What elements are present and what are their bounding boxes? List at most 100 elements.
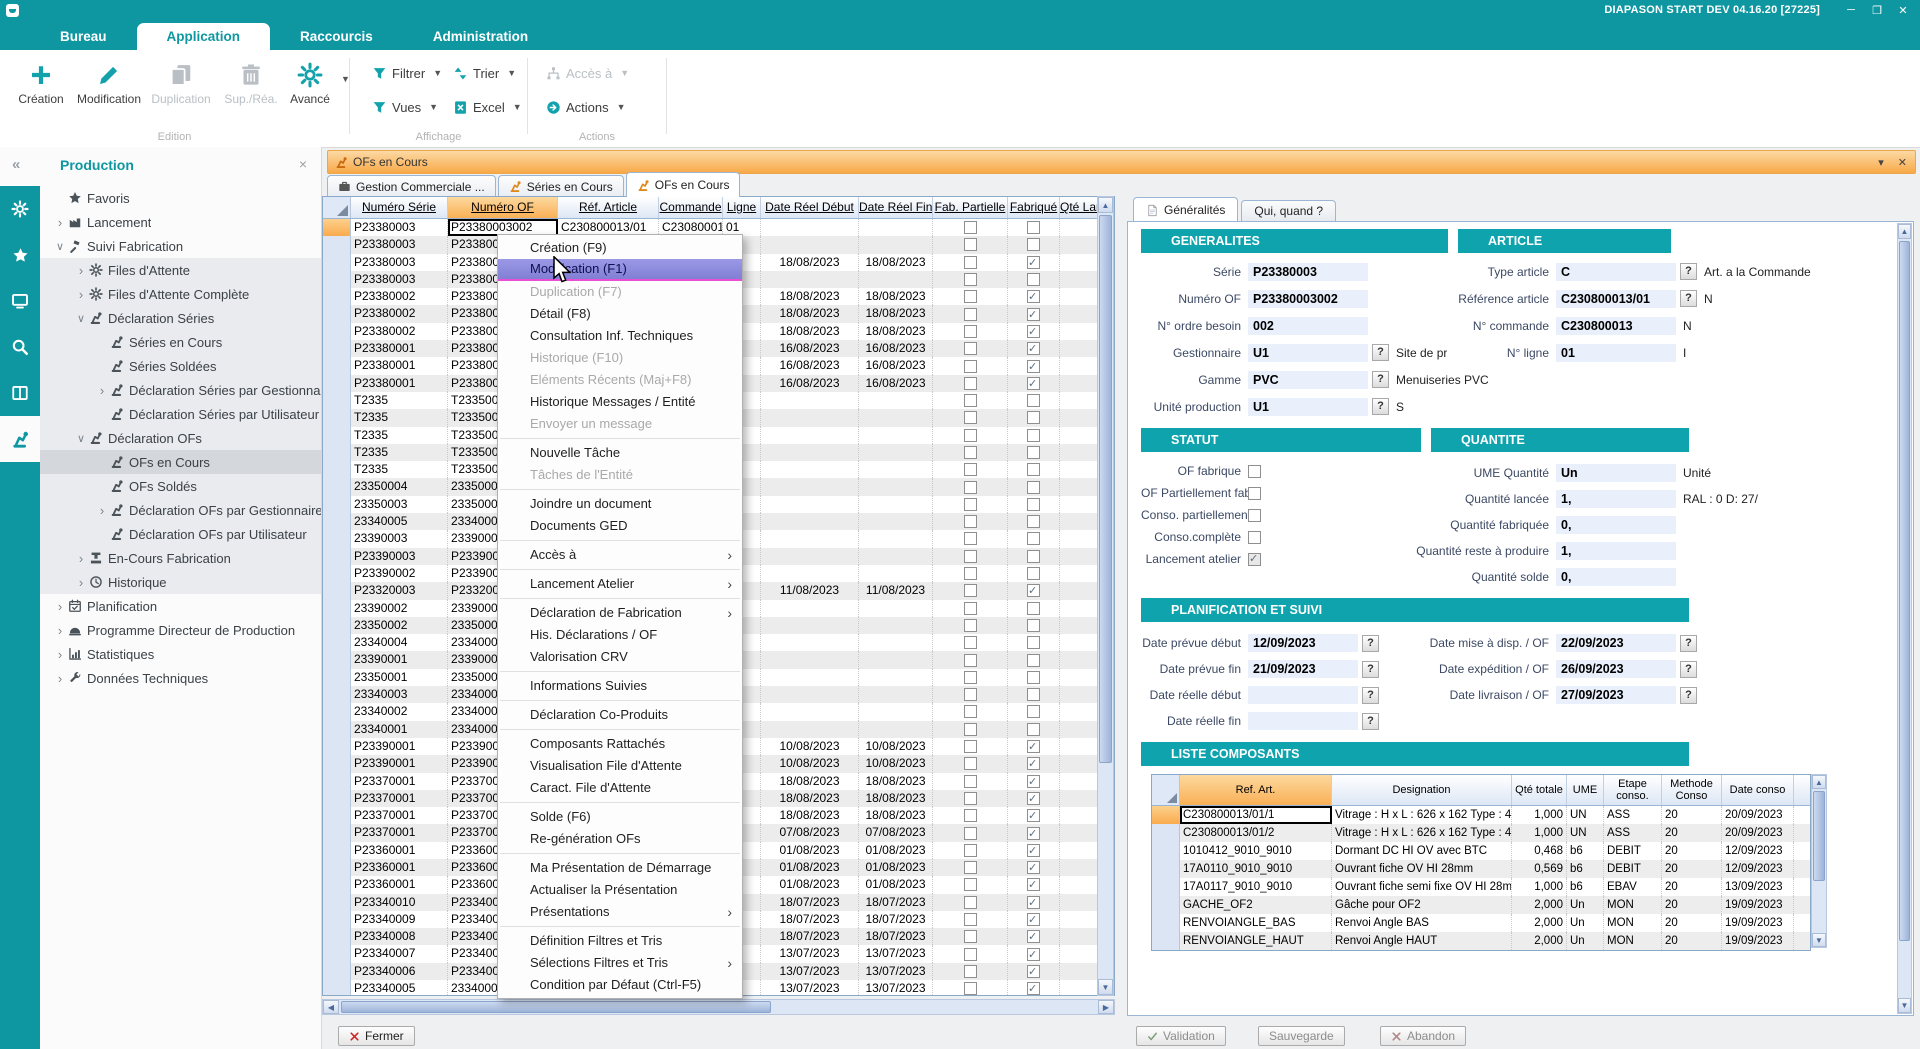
checkbox-unchecked[interactable] bbox=[964, 273, 977, 286]
grid-cell-qte[interactable] bbox=[1060, 876, 1098, 893]
grid-cell-qte[interactable] bbox=[1060, 669, 1098, 686]
grid-cell-fabrique[interactable] bbox=[1008, 651, 1060, 668]
field-value-date-expedition-of[interactable]: 26/09/2023 bbox=[1556, 660, 1676, 678]
grid-cell[interactable]: P23360001 bbox=[351, 859, 448, 876]
composant-cell[interactable]: Vitrage : H x L : 626 x 162 Type : 4FE bbox=[1332, 806, 1512, 824]
action-button-sauvegarde[interactable]: Sauvegarde bbox=[1258, 1026, 1345, 1046]
grid-cell[interactable]: 23350004 bbox=[351, 478, 448, 495]
column-header-fab-partielle[interactable]: Fab. Partielle bbox=[933, 197, 1008, 218]
grid-cell[interactable] bbox=[761, 219, 859, 236]
field-value-date-livraison-of[interactable]: 27/09/2023 bbox=[1556, 686, 1676, 704]
composant-cell[interactable]: DEBIT bbox=[1604, 860, 1662, 878]
grid-cell-qte[interactable] bbox=[1060, 427, 1098, 444]
row-marker[interactable] bbox=[323, 548, 351, 565]
row-marker[interactable] bbox=[323, 686, 351, 703]
checkbox-unchecked[interactable] bbox=[964, 394, 977, 407]
row-marker[interactable] bbox=[323, 305, 351, 322]
composant-cell[interactable]: Renvoi Angle BAS bbox=[1332, 914, 1512, 932]
expander-icon[interactable]: › bbox=[52, 599, 68, 614]
composant-cell[interactable]: 17A0117_9010_9010 bbox=[1180, 878, 1332, 896]
grid-cell[interactable]: 18/07/2023 bbox=[859, 928, 933, 945]
grid-cell[interactable]: 01/08/2023 bbox=[859, 842, 933, 859]
help-button[interactable]: ? bbox=[1372, 371, 1389, 388]
checkbox-checked[interactable] bbox=[1027, 342, 1040, 355]
checkbox-unchecked[interactable] bbox=[1027, 636, 1040, 649]
grid-cell[interactable] bbox=[761, 513, 859, 530]
grid-cell-qte[interactable] bbox=[1060, 859, 1098, 876]
checkbox-unchecked[interactable] bbox=[964, 221, 977, 234]
row-marker[interactable] bbox=[323, 824, 351, 841]
composant-cell[interactable]: 20/09/2023 bbox=[1722, 824, 1794, 842]
checkbox-unchecked[interactable] bbox=[964, 671, 977, 684]
grid-cell[interactable] bbox=[859, 461, 933, 478]
sidebar-item-declaration-series-par-utilisateur[interactable]: Déclaration Séries par Utilisateur bbox=[40, 402, 321, 426]
composant-cell[interactable]: 20 bbox=[1662, 932, 1722, 950]
grid-cell[interactable]: 23390003 bbox=[351, 530, 448, 547]
grid-cell-fab-partielle[interactable] bbox=[933, 496, 1008, 513]
grid-cell[interactable] bbox=[761, 565, 859, 582]
composant-row[interactable]: 1010412_9010_9010Dormant DC HI OV avec B… bbox=[1152, 842, 1810, 860]
checkbox-unchecked[interactable] bbox=[964, 654, 977, 667]
grid-cell[interactable]: P23360001 bbox=[351, 876, 448, 893]
composant-row[interactable]: RENVOIANGLE_BASRenvoi Angle BAS2,000UnMO… bbox=[1152, 914, 1810, 932]
checkbox-unchecked[interactable] bbox=[964, 290, 977, 303]
grid-cell[interactable]: 16/08/2023 bbox=[761, 340, 859, 357]
grid-cell[interactable] bbox=[761, 530, 859, 547]
scroll-up-icon[interactable]: ▲ bbox=[1898, 224, 1911, 239]
grid-cell-fab-partielle[interactable] bbox=[933, 686, 1008, 703]
checkbox-unchecked[interactable] bbox=[1027, 411, 1040, 424]
grid-cell-fab-partielle[interactable] bbox=[933, 461, 1008, 478]
composant-cell[interactable]: UN bbox=[1567, 806, 1604, 824]
avance-button[interactable]: Avancé bbox=[284, 58, 336, 106]
checkbox-unchecked[interactable] bbox=[964, 238, 977, 251]
checkbox-checked[interactable] bbox=[1027, 325, 1040, 338]
grid-cell[interactable]: P23390003 bbox=[351, 548, 448, 565]
checkbox-checked[interactable] bbox=[1027, 913, 1040, 926]
grid-cell-fabrique[interactable] bbox=[1008, 478, 1060, 495]
grid-cell-fabrique[interactable] bbox=[1008, 807, 1060, 824]
menu-item-consultation-inf-techniques[interactable]: Consultation Inf. Techniques bbox=[498, 325, 742, 347]
composant-cell[interactable]: 20 bbox=[1662, 824, 1722, 842]
grid-cell-fabrique[interactable] bbox=[1008, 755, 1060, 772]
composant-cell[interactable]: C230800013/01/2 bbox=[1180, 824, 1332, 842]
grid-cell-fab-partielle[interactable] bbox=[933, 617, 1008, 634]
grid-cell-fabrique[interactable] bbox=[1008, 444, 1060, 461]
columns-rail-icon[interactable] bbox=[0, 370, 40, 416]
grid-cell-fab-partielle[interactable] bbox=[933, 340, 1008, 357]
checkbox-checked[interactable] bbox=[1027, 360, 1040, 373]
grid-cell-fab-partielle[interactable] bbox=[933, 548, 1008, 565]
grid-cell[interactable] bbox=[859, 478, 933, 495]
grid-cell[interactable]: P23380003 bbox=[351, 236, 448, 253]
row-marker[interactable] bbox=[323, 807, 351, 824]
grid-cell[interactable]: P23380003 bbox=[351, 254, 448, 271]
composant-cell[interactable]: 1,000 bbox=[1512, 878, 1567, 896]
composant-cell[interactable]: Un bbox=[1567, 914, 1604, 932]
menu-item-caract-file-d-attente[interactable]: Caract. File d'Attente bbox=[498, 777, 742, 799]
composant-cell[interactable]: 20 bbox=[1662, 896, 1722, 914]
field-value-n-ligne[interactable]: 01 bbox=[1556, 344, 1676, 362]
checkbox-unchecked[interactable] bbox=[964, 896, 977, 909]
row-marker[interactable] bbox=[1152, 914, 1180, 932]
grid-cell[interactable]: 18/08/2023 bbox=[859, 773, 933, 790]
grid-cell-fabrique[interactable] bbox=[1008, 427, 1060, 444]
grid-cell-fabrique[interactable] bbox=[1008, 790, 1060, 807]
row-marker[interactable] bbox=[323, 876, 351, 893]
checkbox-unchecked[interactable] bbox=[1027, 654, 1040, 667]
grid-cell-qte[interactable] bbox=[1060, 496, 1098, 513]
grid-cell[interactable]: 18/08/2023 bbox=[761, 323, 859, 340]
grid-cell[interactable] bbox=[859, 271, 933, 288]
composant-cell[interactable]: 20 bbox=[1662, 860, 1722, 878]
grid-cell[interactable]: 16/08/2023 bbox=[859, 340, 933, 357]
grid-cell-fab-partielle[interactable] bbox=[933, 427, 1008, 444]
checkbox-checked[interactable] bbox=[1027, 878, 1040, 891]
grid-cell[interactable]: 01/08/2023 bbox=[859, 876, 933, 893]
action-button-abandon[interactable]: Abandon bbox=[1380, 1026, 1466, 1046]
grid-cell-fab-partielle[interactable] bbox=[933, 651, 1008, 668]
checkbox-unchecked[interactable] bbox=[964, 429, 977, 442]
composant-cell[interactable]: 1,000 bbox=[1512, 806, 1567, 824]
tab-series-en-cours[interactable]: Séries en Cours bbox=[498, 175, 624, 197]
column-header-ref-art[interactable]: Ref. Art. bbox=[1180, 775, 1332, 805]
row-marker[interactable] bbox=[1152, 842, 1180, 860]
checkbox-checked[interactable] bbox=[1027, 809, 1040, 822]
checkbox-unchecked[interactable] bbox=[1027, 429, 1040, 442]
